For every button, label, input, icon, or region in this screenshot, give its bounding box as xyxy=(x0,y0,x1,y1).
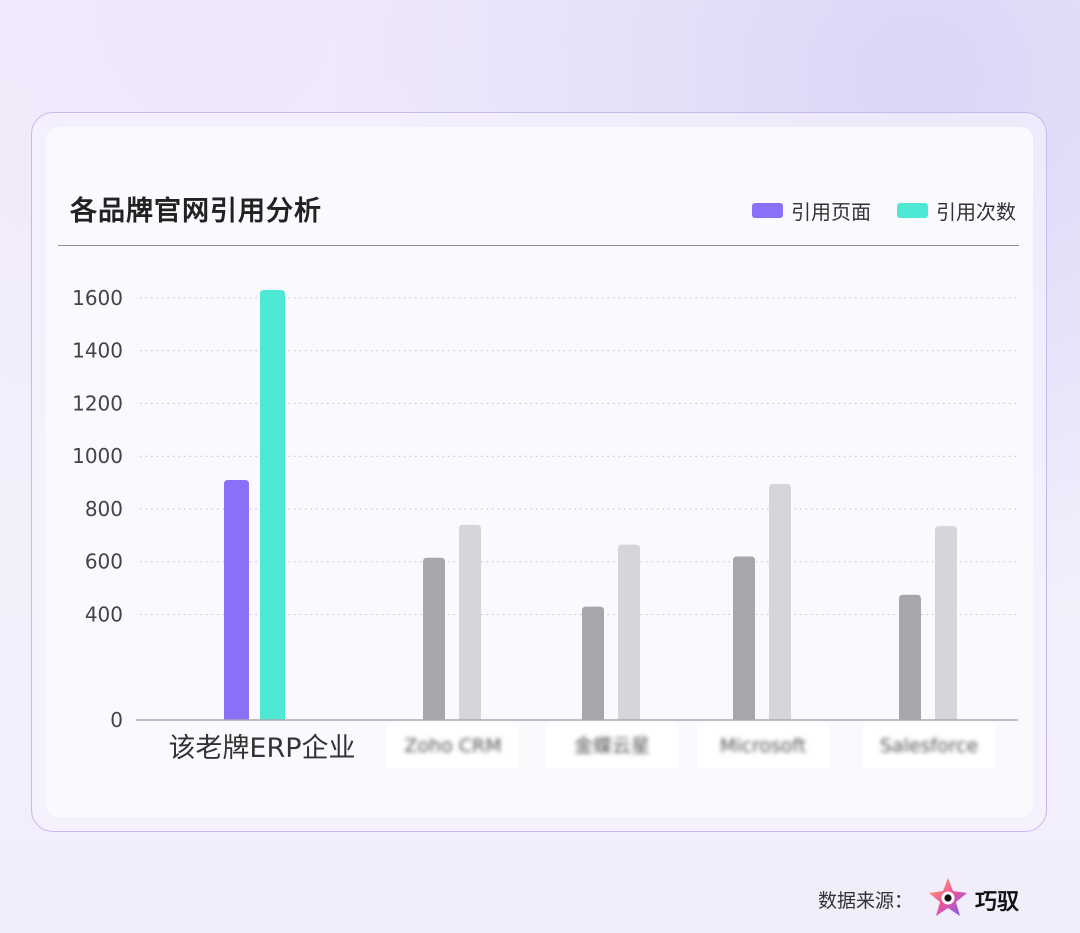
bar-chart: 0 400 600 800 1000 1200 1400 1600 该老牌ERP企业 Zoho … xyxy=(72,286,1018,768)
x-tick-label: Microsoft xyxy=(720,735,806,757)
y-tick-label: 400 xyxy=(85,602,123,626)
bar-citations xyxy=(618,544,640,720)
bar-pages xyxy=(733,556,755,720)
bars xyxy=(224,290,957,720)
y-tick-label: 1000 xyxy=(72,444,123,468)
bar-citations xyxy=(459,524,481,720)
y-tick-label: 1600 xyxy=(72,286,123,310)
bar-citations xyxy=(260,290,285,720)
brand: 巧驭 xyxy=(927,876,1019,923)
bar-pages xyxy=(423,557,445,720)
y-tick-label: 1200 xyxy=(72,391,123,415)
x-tick-label: 金蝶云星 xyxy=(574,735,650,757)
x-axis: 该老牌ERP企业 Zoho CRM 金蝶云星 Microsoft Salesforce xyxy=(136,719,1018,768)
bar-citations xyxy=(769,483,791,720)
y-tick-label: 1400 xyxy=(72,339,123,363)
bar-pages xyxy=(224,479,249,720)
x-tick-label: Zoho CRM xyxy=(404,735,501,757)
brand-name: 巧驭 xyxy=(975,889,1020,915)
x-tick-label: Salesforce xyxy=(880,735,978,757)
source-label: 数据来源： xyxy=(818,890,914,912)
y-tick-label: 0 xyxy=(110,708,123,732)
y-axis: 0 400 600 800 1000 1200 1400 1600 xyxy=(72,286,123,732)
bar-pages xyxy=(899,594,921,720)
bar-pages xyxy=(582,606,604,720)
y-tick-label: 800 xyxy=(85,497,123,521)
footer: 数据来源： 巧驭 xyxy=(818,876,1019,923)
x-tick-label: 该老牌ERP企业 xyxy=(168,733,355,764)
bar-citations xyxy=(935,526,957,720)
brand-star-icon xyxy=(927,876,969,923)
y-tick-label: 600 xyxy=(85,550,123,574)
